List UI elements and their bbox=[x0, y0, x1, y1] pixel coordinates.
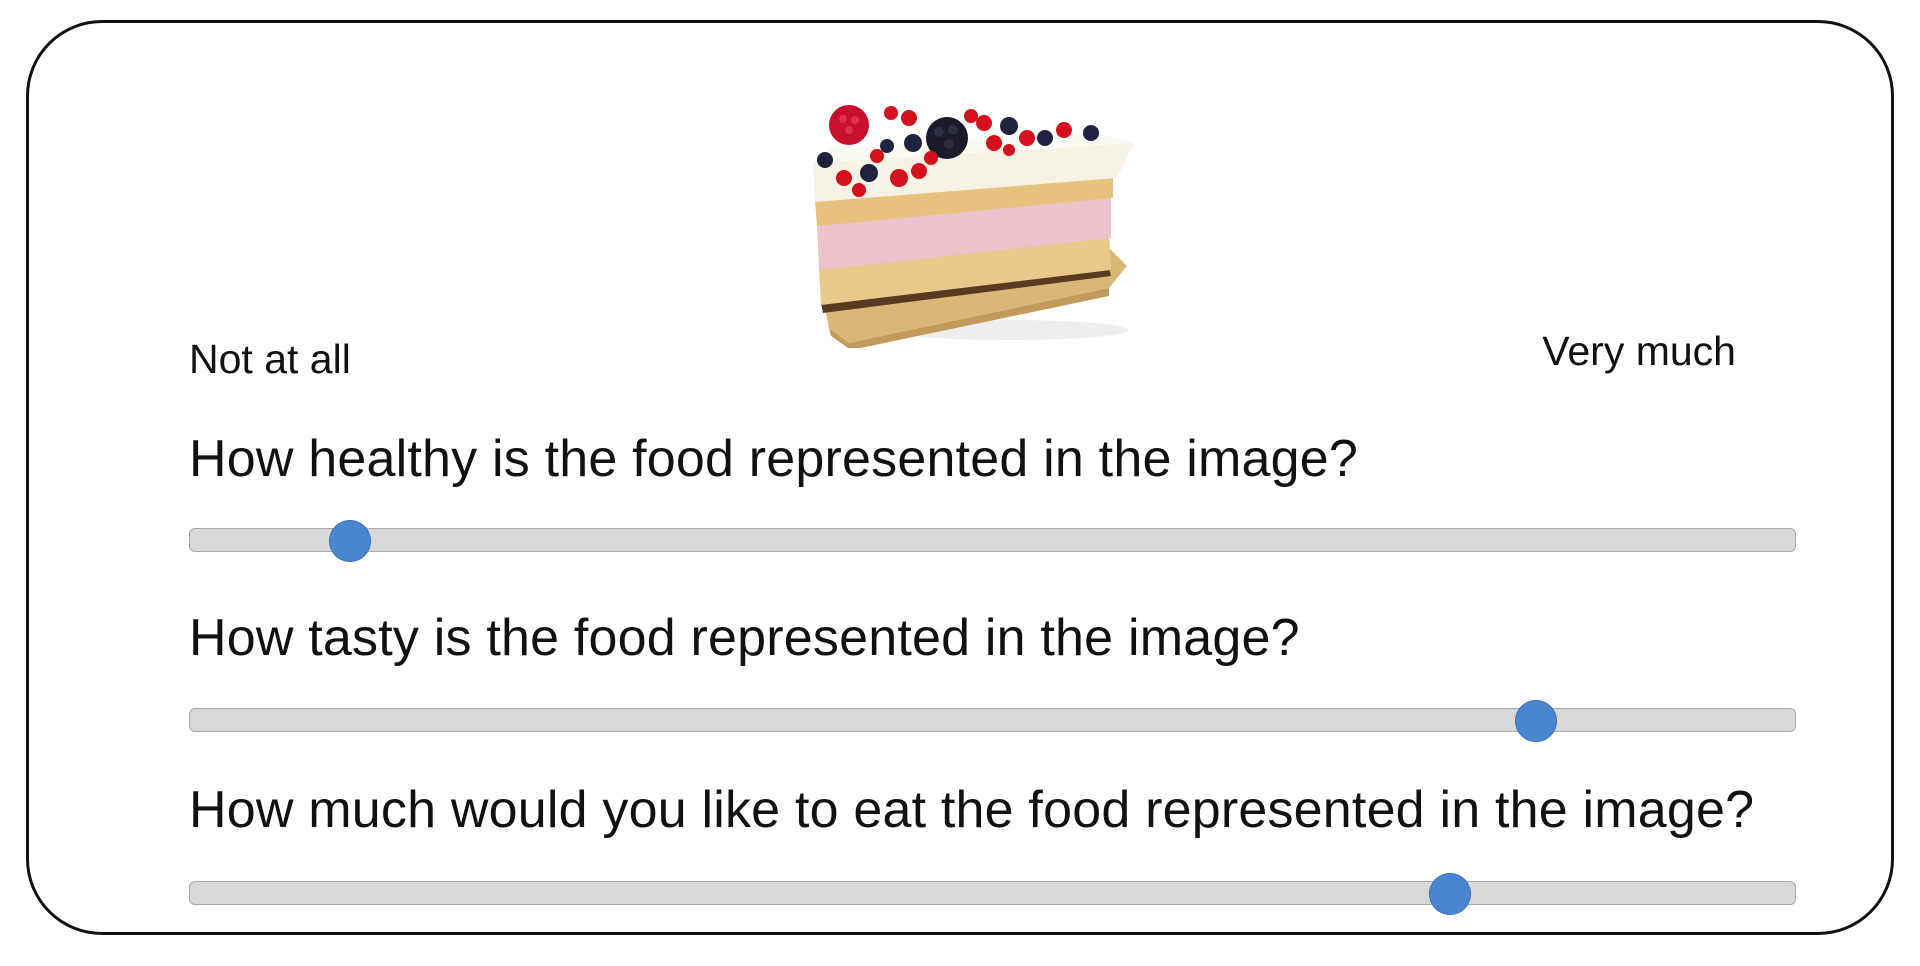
rating-panel: Not at all Very much How healthy is the … bbox=[26, 20, 1894, 935]
slider-track[interactable] bbox=[189, 528, 1796, 552]
scale-min-label: Not at all bbox=[189, 336, 351, 382]
question-tasty: How tasty is the food represented in the… bbox=[189, 609, 1300, 667]
healthy-slider[interactable] bbox=[189, 518, 1796, 564]
cake-slice-image bbox=[813, 105, 1134, 348]
desire-to-eat-slider[interactable] bbox=[189, 871, 1796, 917]
slider-thumb[interactable] bbox=[1429, 873, 1472, 915]
question-desire-to-eat: How much would you like to eat the food … bbox=[189, 781, 1755, 839]
scale-max-label: Very much bbox=[1542, 328, 1736, 374]
slider-track[interactable] bbox=[189, 881, 1796, 905]
slider-thumb[interactable] bbox=[1514, 700, 1557, 742]
question-healthy: How healthy is the food represented in t… bbox=[189, 430, 1358, 488]
tasty-slider[interactable] bbox=[189, 698, 1796, 744]
slider-thumb[interactable] bbox=[328, 520, 371, 562]
